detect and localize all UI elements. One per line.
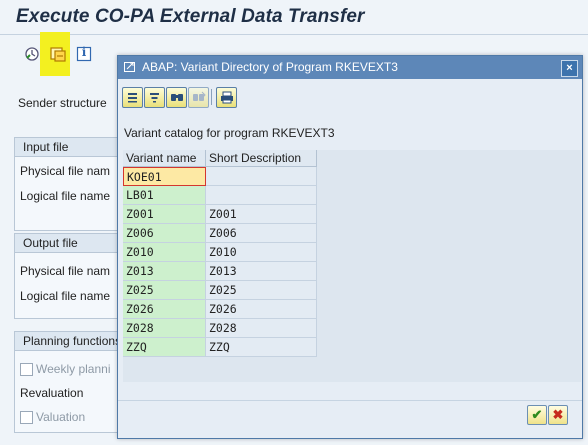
find-next-icon[interactable]: [188, 87, 209, 108]
toolbar-separator: [211, 89, 212, 105]
short-description-cell[interactable]: Z001: [206, 205, 317, 224]
title-divider: [0, 34, 588, 35]
weekly-planning-checkbox[interactable]: [20, 363, 33, 377]
dialog-titlebar: ABAP: Variant Directory of Program RKEVE…: [118, 56, 582, 79]
table-empty-area: [317, 167, 581, 382]
dialog-window-icon: [124, 62, 135, 72]
variant-name-cell[interactable]: Z001: [123, 205, 206, 224]
variant-catalog-caption: Variant catalog for program RKEVEXT3: [124, 126, 335, 140]
variant-name-cell[interactable]: LB01: [123, 186, 206, 205]
get-variant-icon[interactable]: [48, 44, 68, 64]
variant-name-cell[interactable]: ZZQ: [123, 338, 206, 357]
short-description-cell[interactable]: Z025: [206, 281, 317, 300]
short-description-cell[interactable]: ZZQ: [206, 338, 317, 357]
short-description-cell[interactable]: [206, 167, 317, 186]
align-left-icon[interactable]: [122, 87, 143, 108]
variant-table: Variant name Short Description KOE01 LB0…: [123, 150, 581, 382]
weekly-planning-label: Weekly planning: [36, 362, 110, 376]
short-description-cell[interactable]: Z028: [206, 319, 317, 338]
short-description-cell[interactable]: [206, 186, 317, 205]
weekly-planning-option[interactable]: Weekly planning: [20, 362, 110, 377]
print-icon[interactable]: [216, 87, 237, 108]
info-icon[interactable]: i: [74, 44, 94, 64]
filter-icon[interactable]: [144, 87, 165, 108]
input-logical-file-label: Logical file name: [20, 189, 110, 203]
info-label: i: [81, 45, 87, 59]
column-header-variant-name[interactable]: Variant name: [123, 150, 206, 167]
variant-name-cell[interactable]: Z026: [123, 300, 206, 319]
input-physical-file-label: Physical file name: [20, 164, 110, 178]
ok-button[interactable]: ✔: [527, 405, 547, 425]
page-title: Execute CO-PA External Data Transfer: [16, 6, 365, 27]
dialog-footer-divider: [118, 400, 582, 401]
valuation-option[interactable]: Valuation: [20, 410, 110, 425]
short-description-cell[interactable]: Z026: [206, 300, 317, 319]
close-icon[interactable]: ×: [561, 60, 578, 77]
variant-name-cell[interactable]: Z025: [123, 281, 206, 300]
short-description-cell[interactable]: Z013: [206, 262, 317, 281]
dialog-title: ABAP: Variant Directory of Program RKEVE…: [142, 60, 398, 74]
cancel-button[interactable]: ✖: [548, 405, 568, 425]
column-header-short-description[interactable]: Short Description: [206, 150, 317, 167]
variant-name-cell[interactable]: Z006: [123, 224, 206, 243]
variant-name-cell[interactable]: KOE01: [123, 167, 206, 186]
variant-name-cell[interactable]: Z028: [123, 319, 206, 338]
variant-name-cell[interactable]: Z010: [123, 243, 206, 262]
variant-name-cell[interactable]: Z013: [123, 262, 206, 281]
variant-directory-dialog: ABAP: Variant Directory of Program RKEVE…: [117, 55, 583, 439]
sender-structure-label: Sender structure: [18, 96, 107, 110]
short-description-cell[interactable]: Z010: [206, 243, 317, 262]
valuation-checkbox[interactable]: [20, 411, 33, 425]
execute-clock-icon[interactable]: [22, 44, 42, 64]
valuation-label: Valuation: [36, 410, 86, 424]
revaluation-label: Revaluation: [20, 386, 84, 400]
short-description-cell[interactable]: Z006: [206, 224, 317, 243]
find-icon[interactable]: [166, 87, 187, 108]
output-physical-file-label: Physical file name: [20, 264, 110, 278]
output-logical-file-label: Logical file name: [20, 289, 110, 303]
